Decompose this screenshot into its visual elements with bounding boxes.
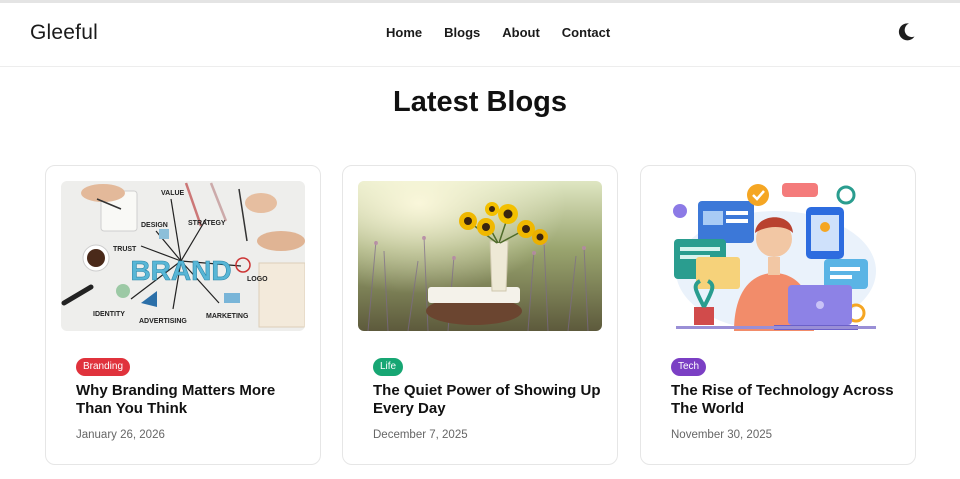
main-nav: Home Blogs About Contact bbox=[386, 25, 610, 40]
strategy-word: STRATEGY bbox=[188, 220, 226, 227]
blog-card-branding[interactable]: BRAND VALUE DESIGN STRATEGY TRUST LOGO I… bbox=[45, 165, 321, 465]
category-badge[interactable]: Life bbox=[373, 358, 404, 376]
blog-title[interactable]: The Rise of Technology Across The World bbox=[671, 382, 901, 418]
nav-home[interactable]: Home bbox=[386, 25, 422, 40]
identity-word: IDENTITY bbox=[93, 311, 125, 318]
category-badge[interactable]: Tech bbox=[671, 358, 707, 376]
site-logo[interactable]: Gleeful bbox=[30, 21, 98, 45]
site-header: Gleeful Home Blogs About Contact bbox=[0, 3, 960, 67]
logo-word: LOGO bbox=[247, 276, 268, 283]
moon-icon[interactable] bbox=[896, 22, 916, 42]
blog-date: January 26, 2026 bbox=[76, 429, 165, 441]
nav-blogs[interactable]: Blogs bbox=[444, 25, 480, 40]
blog-image-branding: BRAND VALUE DESIGN STRATEGY TRUST LOGO I… bbox=[61, 181, 305, 331]
advertising-word: ADVERTISING bbox=[139, 318, 187, 325]
blog-date: November 30, 2025 bbox=[671, 429, 773, 441]
trust-word: TRUST bbox=[113, 246, 137, 253]
blog-image-life bbox=[358, 181, 602, 331]
brand-word: BRAND bbox=[130, 255, 231, 286]
design-word: DESIGN bbox=[141, 222, 168, 229]
blog-date: December 7, 2025 bbox=[373, 429, 468, 441]
blog-title[interactable]: Why Branding Matters More Than You Think bbox=[76, 382, 306, 418]
category-badge[interactable]: Branding bbox=[76, 358, 131, 376]
blog-image-tech bbox=[656, 181, 900, 331]
nav-about[interactable]: About bbox=[502, 25, 540, 40]
value-word: VALUE bbox=[161, 190, 185, 197]
marketing-word: MARKETING bbox=[206, 313, 249, 320]
page-title: Latest Blogs bbox=[392, 86, 568, 118]
blog-card-tech[interactable]: Tech The Rise of Technology Across The W… bbox=[640, 165, 916, 465]
blog-card-life[interactable]: Life The Quiet Power of Showing Up Every… bbox=[342, 165, 618, 465]
nav-contact[interactable]: Contact bbox=[562, 25, 610, 40]
blog-title[interactable]: The Quiet Power of Showing Up Every Day bbox=[373, 382, 603, 418]
